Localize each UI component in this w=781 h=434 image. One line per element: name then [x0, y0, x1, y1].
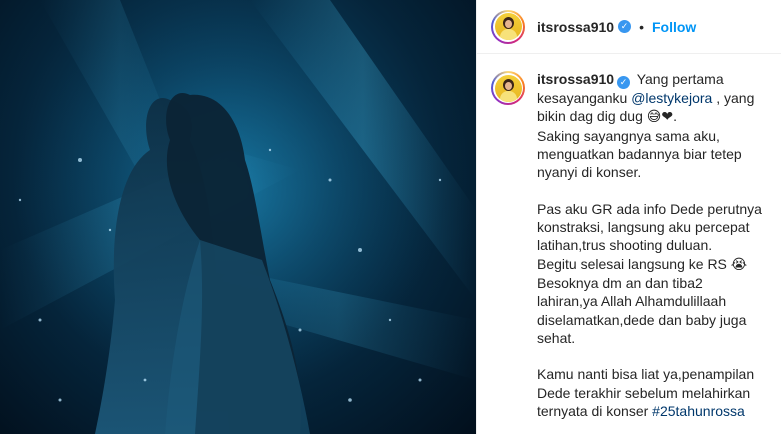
verified-badge-icon: ✓ — [618, 20, 632, 33]
caption-username[interactable]: itsrossa910 — [537, 71, 614, 87]
emoji-sweat-heart: 😅❤ — [646, 109, 674, 126]
caption-paragraph-2a: Pas aku GR ada info Dede perutnya konstr… — [537, 200, 762, 254]
caption-paragraph-2b: Begitu selesai langsung ke RS — [537, 255, 731, 272]
avatar-image — [494, 74, 522, 102]
post-side-panel: itsrossa910 ✓ • Follow itsrossa910 ✓ Yang… — [476, 0, 781, 434]
caption-avatar[interactable] — [491, 71, 525, 105]
stage-photo-illustration — [0, 0, 476, 434]
verified-badge-icon: ✓ — [617, 76, 631, 89]
caption-paragraph-2c: Besoknya dm an dan tiba2 lahiran,ya Alla… — [537, 274, 747, 346]
emoji-crying: 😭 — [730, 256, 748, 273]
instagram-post: itsrossa910 ✓ • Follow itsrossa910 ✓ Yang… — [0, 0, 781, 434]
hashtag-link[interactable]: #25tahunrossa — [652, 403, 745, 419]
mention-link[interactable]: @lestykejora — [631, 90, 712, 106]
header-separator: • — [639, 18, 644, 35]
post-photo[interactable] — [0, 0, 476, 434]
avatar-image — [494, 13, 522, 40]
header-username[interactable]: itsrossa910 — [537, 19, 614, 35]
profile-avatar[interactable] — [491, 9, 525, 44]
caption-text: itsrossa910 ✓ Yang pertama kesayanganku @… — [537, 70, 762, 420]
post-header: itsrossa910 ✓ • Follow — [477, 0, 781, 54]
caption-line-2: Saking sayangnya sama aku, menguatkan ba… — [537, 127, 742, 181]
caption-comment: itsrossa910 ✓ Yang pertama kesayanganku @… — [477, 54, 781, 420]
follow-button[interactable]: Follow — [652, 19, 696, 35]
caption-text-3: . — [673, 108, 677, 125]
